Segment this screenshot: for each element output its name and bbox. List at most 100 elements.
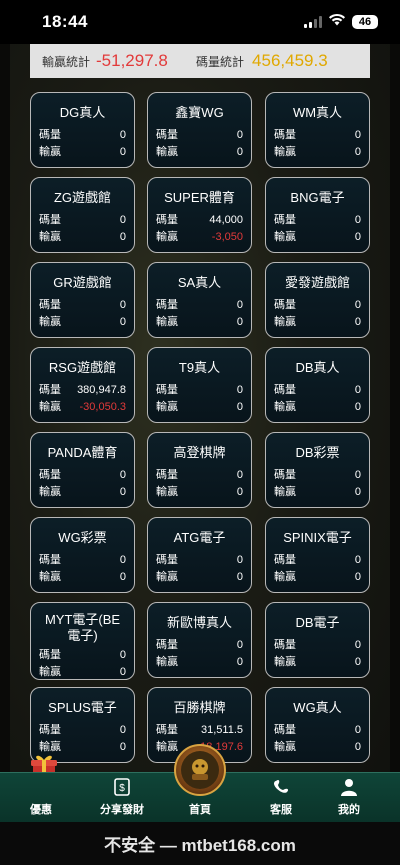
- provider-card-row-winloss: 輸贏 -30,050.3: [39, 399, 126, 416]
- provider-card-title: 愛發遊戲館: [284, 275, 350, 290]
- provider-card-row-winloss: 輸贏 -3,050: [156, 229, 243, 246]
- provider-card-winloss-value: 0: [354, 231, 361, 243]
- provider-card-row-bet: 碼量 0: [274, 382, 361, 399]
- wifi-icon: [328, 13, 346, 31]
- provider-card-row-bet: 碼量 0: [39, 647, 126, 664]
- page-edge-left: [0, 44, 10, 824]
- provider-card[interactable]: DB電子 碼量 0 輸贏 0: [265, 602, 370, 678]
- tab-service[interactable]: 客服: [258, 773, 304, 823]
- url-text: 不安全 — mtbet168.com: [104, 836, 296, 855]
- provider-card-bet-value: 0: [119, 724, 126, 736]
- provider-card[interactable]: BNG電子 碼量 0 輸贏 0: [265, 177, 370, 253]
- tab-promo[interactable]: 優惠: [18, 773, 64, 823]
- provider-card-bet-value: 0: [119, 299, 126, 311]
- provider-card-row-bet: 碼量 0: [39, 467, 126, 484]
- provider-card[interactable]: T9真人 碼量 0 輸贏 0: [147, 347, 252, 423]
- provider-card-bet-label: 碼量: [156, 214, 178, 226]
- provider-card-row-winloss: 輸贏 0: [274, 739, 361, 756]
- provider-card-bet-value: 0: [236, 469, 243, 481]
- provider-card[interactable]: MYT電子(BE電子) 碼量 0 輸贏 0: [30, 602, 135, 680]
- provider-card-bet-label: 碼量: [156, 469, 178, 481]
- provider-card-bet-value: 0: [354, 129, 361, 141]
- provider-card-title: SA真人: [177, 275, 222, 290]
- provider-card-row-winloss: 輸贏 0: [156, 569, 243, 586]
- svg-text:$: $: [119, 783, 125, 794]
- provider-card-winloss-value: 0: [236, 656, 243, 668]
- tab-mine-label: 我的: [338, 804, 360, 816]
- provider-card-row-winloss: 輸贏 0: [39, 144, 126, 161]
- provider-card-bet-label: 碼量: [39, 299, 61, 311]
- provider-card-row-bet: 碼量 0: [156, 127, 243, 144]
- provider-card[interactable]: WM真人 碼量 0 輸贏 0: [265, 92, 370, 168]
- provider-card[interactable]: SUPER體育 碼量 44,000 輸贏 -3,050: [147, 177, 252, 253]
- tab-home-label: 首頁: [189, 804, 211, 816]
- provider-card-winloss-value: 0: [119, 666, 126, 678]
- provider-card[interactable]: ZG遊戲館 碼量 0 輸贏 0: [30, 177, 135, 253]
- provider-card-title: PANDA體育: [47, 445, 118, 460]
- win-loss-total-label: 輸贏統計: [42, 54, 91, 69]
- provider-card-winloss-label: 輸贏: [274, 571, 296, 583]
- provider-card-winloss-label: 輸贏: [274, 401, 296, 413]
- provider-card[interactable]: DB真人碼量 0 輸贏 0: [265, 347, 370, 423]
- provider-card[interactable]: RSG遊戲館 碼量 380,947.8 輸贏 -30,050.3: [30, 347, 135, 423]
- provider-card-bet-label: 碼量: [274, 299, 296, 311]
- tab-mine[interactable]: 我的: [327, 773, 371, 823]
- provider-card-winloss-value: 0: [354, 401, 361, 413]
- provider-card-winloss-label: 輸贏: [39, 666, 61, 678]
- provider-card-bet-value: 0: [354, 469, 361, 481]
- provider-card-bet-label: 碼量: [274, 214, 296, 226]
- provider-card-winloss-value: 0: [354, 571, 361, 583]
- provider-card-winloss-value: 0: [354, 656, 361, 668]
- provider-card-winloss-label: 輸贏: [156, 656, 178, 668]
- provider-card-row-bet: 碼量 0: [274, 722, 361, 739]
- provider-card[interactable]: 高登棋牌 碼量 0 輸贏 0: [147, 432, 252, 508]
- provider-card[interactable]: DG真人 碼量 0 輸贏 0: [30, 92, 135, 168]
- browser-url-bar[interactable]: 不安全 — mtbet168.com: [0, 822, 400, 865]
- provider-card[interactable]: ATG電子 碼量 0 輸贏 0: [147, 517, 252, 593]
- provider-card-title: SPLUS電子: [48, 700, 117, 715]
- provider-card-winloss-value: 0: [354, 316, 361, 328]
- provider-card[interactable]: SA真人 碼量 0 輸贏 0: [147, 262, 252, 338]
- provider-card-row-winloss: 輸贏 0: [156, 654, 243, 671]
- provider-card[interactable]: 新歐博真人 碼量 0 輸贏 0: [147, 602, 252, 678]
- provider-card-title: 百勝棋牌: [173, 700, 226, 715]
- provider-card-title: BNG電子: [290, 190, 345, 205]
- provider-card[interactable]: WG彩票 碼量 0 輸贏 0: [30, 517, 135, 593]
- provider-card-title: DB真人: [295, 360, 340, 375]
- provider-card-winloss-value: 0: [119, 571, 126, 583]
- customer-service-icon: [271, 777, 291, 797]
- provider-card-row-bet: 碼量 44,000: [156, 212, 243, 229]
- provider-card-winloss-value: 0: [354, 146, 361, 158]
- tab-share[interactable]: $ 分享發財: [94, 773, 150, 823]
- provider-card-winloss-label: 輸贏: [156, 571, 178, 583]
- provider-card[interactable]: SPINIX電子 碼量 0 輸贏 0: [265, 517, 370, 593]
- provider-card-title: GR遊戲館: [53, 275, 112, 290]
- provider-card-row-bet: 碼量 380,947.8: [39, 382, 126, 399]
- tab-service-label: 客服: [270, 804, 292, 816]
- home-logo-button[interactable]: [174, 744, 226, 796]
- provider-card-title: T9真人: [178, 360, 221, 375]
- provider-card-winloss-value: 0: [119, 316, 126, 328]
- summary-stats-bar: 輸贏統計 -51,297.8 碼量統計 456,459.3: [30, 44, 370, 78]
- page-edge-right: [390, 44, 400, 824]
- provider-card-title: WG彩票: [58, 530, 107, 545]
- provider-card-row-winloss: 輸贏 0: [274, 569, 361, 586]
- provider-card-row-bet: 碼量 0: [274, 297, 361, 314]
- provider-card-row-bet: 碼量 0: [39, 722, 126, 739]
- provider-card[interactable]: PANDA體育 碼量 0 輸贏 0: [30, 432, 135, 508]
- provider-card[interactable]: DB彩票 碼量 0 輸贏 0: [265, 432, 370, 508]
- provider-card-title: RSG遊戲館: [48, 360, 117, 375]
- cellular-signal-icon: [304, 16, 322, 28]
- provider-card-winloss-label: 輸贏: [156, 231, 178, 243]
- provider-card[interactable]: 愛發遊戲館 碼量 0 輸贏 0: [265, 262, 370, 338]
- provider-card-bet-value: 0: [236, 639, 243, 651]
- provider-card[interactable]: WG真人 碼量 0 輸贏 0: [265, 687, 370, 763]
- provider-card-winloss-label: 輸贏: [274, 486, 296, 498]
- provider-card[interactable]: 鑫寶WG 碼量 0 輸贏 0: [147, 92, 252, 168]
- provider-card-winloss-value: 0: [236, 316, 243, 328]
- provider-card[interactable]: GR遊戲館 碼量 0 輸贏 0: [30, 262, 135, 338]
- provider-card-row-winloss: 輸贏 0: [274, 144, 361, 161]
- provider-card-bet-value: 0: [119, 554, 126, 566]
- provider-card-winloss-label: 輸贏: [156, 741, 178, 753]
- provider-card-bet-value: 0: [236, 384, 243, 396]
